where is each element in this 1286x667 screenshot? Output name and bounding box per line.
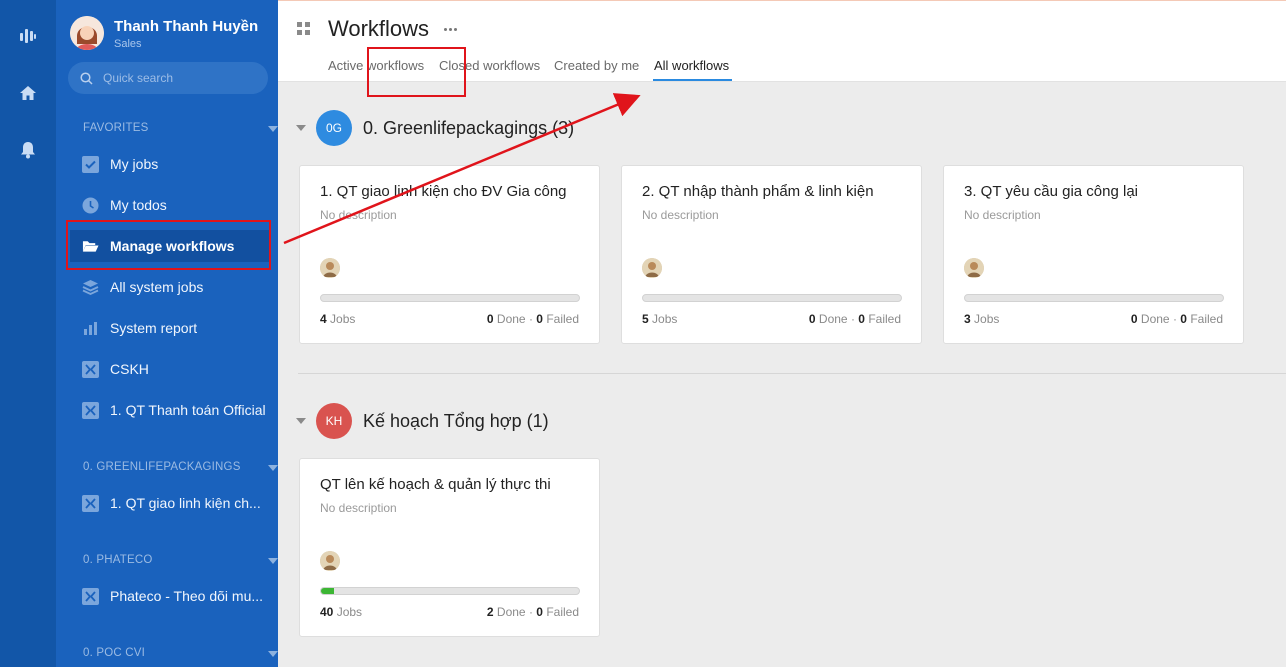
search-input[interactable] [103,71,253,85]
section-label: 0. PHATECO [83,554,153,566]
card-description: No description [320,208,397,222]
more-options-icon[interactable] [444,28,457,31]
sidebar-item-qt-giao-linh-kien[interactable]: 1. QT giao linh kiện ch... [70,487,270,519]
workflow-icon [82,360,99,378]
highlight-box-tab [367,47,466,97]
group-header[interactable]: 0G 0. Greenlifepackagings (3) [296,110,574,146]
workflow-icon [82,401,99,419]
progress-bar [964,294,1224,302]
sidebar-item-my-todos[interactable]: My todos [70,189,270,221]
sidebar: Thanh Thanh Huyền Sales FAVORITES My job… [56,0,278,667]
clock-icon [82,197,99,214]
bar-chart-icon [82,320,99,337]
card-description: No description [642,208,719,222]
search-icon [80,71,93,85]
done-failed-count: 0 Done · 0 Failed [1130,312,1223,326]
group-header[interactable]: KH Kế hoạch Tổng hợp (1) [296,403,549,439]
sidebar-item-all-system-jobs[interactable]: All system jobs [70,271,270,303]
sidebar-item-label: My todos [110,197,167,213]
sidebar-item-system-report[interactable]: System report [70,312,270,344]
avatar[interactable] [320,258,340,278]
sidebar-item-label: My jobs [110,156,159,172]
card-title: 3. QT yêu cầu gia công lại [964,183,1138,200]
progress-bar [320,294,580,302]
progress-bar [642,294,902,302]
section-poc-cvi[interactable]: 0. POC CVI [83,647,278,659]
chevron-down-icon[interactable] [296,125,306,131]
section-favorites[interactable]: FAVORITES [83,122,278,134]
group-badge: KH [316,403,352,439]
checkbox-icon [82,155,99,173]
card-title: 2. QT nhập thành phẩm & linh kiện [642,183,874,200]
progress-bar [320,587,580,595]
chevron-down-icon[interactable] [268,126,278,132]
done-failed-count: 2 Done · 0 Failed [486,605,579,619]
jobs-count: 5 Jobs [642,312,678,326]
jobs-count: 3 Jobs [964,312,1000,326]
bell-icon[interactable] [17,139,39,161]
sidebar-item-label: System report [110,320,198,336]
card-title: 1. QT giao linh kiện cho ĐV Gia công [320,183,567,200]
apps-grid-icon[interactable] [297,22,310,35]
tab-created-by-me[interactable]: Created by me [554,58,639,73]
sidebar-item-my-jobs[interactable]: My jobs [70,148,270,180]
quick-search[interactable] [68,62,268,94]
done-failed-count: 0 Done · 0 Failed [808,312,901,326]
avatar[interactable] [70,16,104,50]
sidebar-item-phateco[interactable]: Phateco - Theo dõi mu... [70,580,270,612]
chevron-down-icon[interactable] [268,465,278,471]
user-name: Thanh Thanh Huyền [114,18,259,35]
chevron-down-icon[interactable] [268,558,278,564]
user-role: Sales [114,38,142,50]
section-label: 0. GREENLIFEPACKAGINGS [83,461,241,473]
home-icon[interactable] [17,82,39,104]
section-label: FAVORITES [83,122,149,134]
done-failed-count: 0 Done · 0 Failed [486,312,579,326]
sidebar-item-label: All system jobs [110,279,204,295]
avatar[interactable] [320,551,340,571]
card-description: No description [964,208,1041,222]
group-divider [298,373,1286,374]
tab-all-workflows[interactable]: All workflows [654,58,729,73]
section-greenlifepackagings[interactable]: 0. GREENLIFEPACKAGINGS [83,461,278,473]
card-description: No description [320,501,397,515]
workflow-card[interactable]: 1. QT giao linh kiện cho ĐV Gia công No … [299,165,600,344]
sidebar-item-label: CSKH [110,361,149,377]
chevron-down-icon[interactable] [268,651,278,657]
avatar[interactable] [964,258,984,278]
sidebar-item-label: 1. QT Thanh toán Official [110,402,266,418]
group-badge: 0G [316,110,352,146]
active-tab-indicator [653,79,732,81]
page-title: Workflows [328,16,430,41]
logo-icon[interactable] [17,25,39,47]
workflow-icon [82,587,99,605]
sidebar-item-cskh[interactable]: CSKH [70,353,270,385]
workflow-card[interactable]: 3. QT yêu cầu gia công lại No descriptio… [943,165,1244,344]
avatar[interactable] [642,258,662,278]
icon-rail [0,0,56,667]
section-phateco[interactable]: 0. PHATECO [83,554,278,566]
sidebar-item-qt-thanh-toan[interactable]: 1. QT Thanh toán Official [70,394,270,426]
workflow-icon [82,494,99,512]
group-title: 0. Greenlifepackagings (3) [363,117,575,138]
sidebar-item-label: Phateco - Theo dõi mu... [110,588,264,604]
jobs-count: 4 Jobs [320,312,356,326]
user-profile[interactable]: Thanh Thanh Huyền Sales [70,16,258,50]
card-title: QT lên kế hoạch & quản lý thực thi [320,476,551,493]
section-label: 0. POC CVI [83,647,146,659]
sidebar-item-label: 1. QT giao linh kiện ch... [110,495,261,511]
workflow-card[interactable]: 2. QT nhập thành phẩm & linh kiện No des… [621,165,922,344]
main-content: Workflows Active workflows Closed workfl… [278,0,1286,667]
chevron-down-icon[interactable] [296,418,306,424]
highlight-box-sidebar [66,220,271,270]
layers-icon [82,279,99,296]
group-title: Kế hoạch Tổng hợp (1) [363,410,549,431]
jobs-count: 40 Jobs [320,605,363,619]
workflow-card[interactable]: QT lên kế hoạch & quản lý thực thi No de… [299,458,600,637]
